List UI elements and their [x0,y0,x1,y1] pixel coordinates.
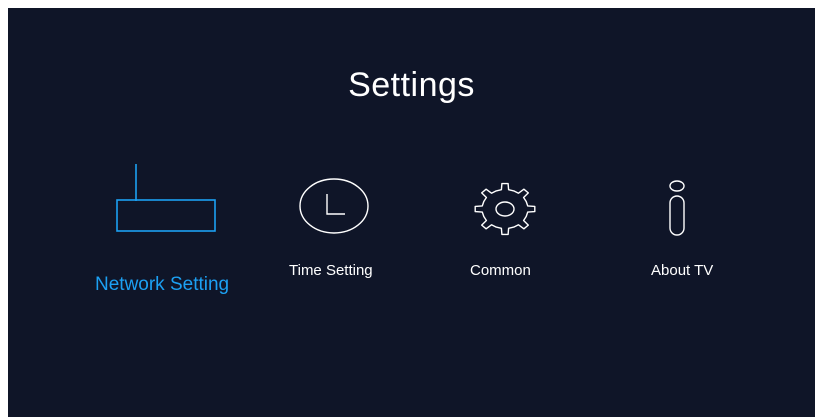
page-title: Settings [348,66,475,104]
router-icon [116,164,216,232]
gear-hole [495,201,515,217]
menu-item-label: About TV [651,262,714,279]
gear-outline [474,182,536,236]
menu-item-about-tv[interactable]: About TV [633,173,743,288]
menu-item-time-setting[interactable]: Time Setting [278,173,408,288]
menu-item-label: Network Setting [95,274,230,295]
menu-item-network-setting[interactable]: Network Setting [88,158,268,308]
clock-icon [299,178,369,234]
menu-item-common[interactable]: Common [458,173,568,288]
info-icon [669,180,685,236]
menu-item-label: Time Setting [289,262,373,279]
menu-item-label: Common [470,262,531,279]
gear-icon [474,182,536,236]
settings-screen: Settings Network Setting Time Setting Co… [8,8,815,417]
